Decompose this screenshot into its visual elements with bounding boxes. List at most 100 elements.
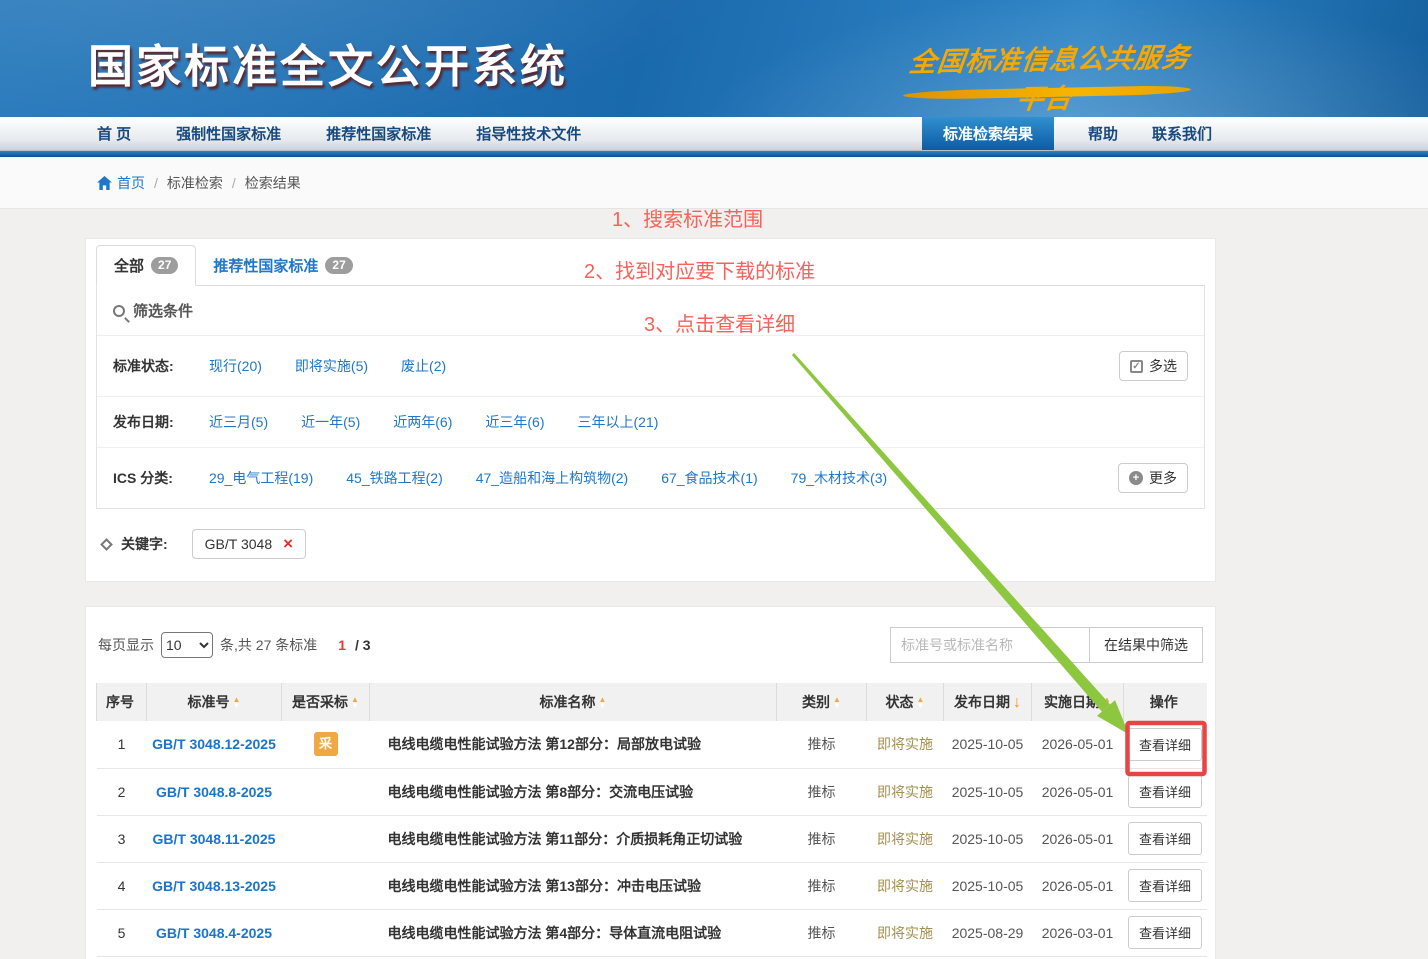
filter-option-link[interactable]: 47_造船和海上构筑物(2): [476, 468, 628, 488]
remove-keyword-icon[interactable]: ×: [283, 537, 293, 551]
filter-option-link[interactable]: 废止(2): [401, 356, 446, 376]
view-detail-button[interactable]: 查看详细: [1128, 728, 1202, 761]
view-detail-button[interactable]: 查看详细: [1128, 916, 1202, 949]
more-button[interactable]: 更多: [1118, 463, 1188, 493]
column-label: 状态: [886, 694, 914, 710]
filter-panel: 筛选条件 标准状态: 现行(20)即将实施(5)废止(2) 多选 发布日期: 近…: [96, 286, 1205, 509]
tab-label: 推荐性国家标准: [213, 255, 318, 276]
column-header[interactable]: 操作: [1124, 683, 1207, 721]
table-body: 1 GB/T 3048.12-2025 采 电线电缆电性能试验方法 第12部分：…: [97, 721, 1207, 959]
table-row: 5 GB/T 3048.4-2025 电线电缆电性能试验方法 第4部分：导体直流…: [97, 909, 1207, 956]
filter-option-link[interactable]: 近三年(6): [485, 412, 544, 432]
publish-date: 2025-10-05: [944, 815, 1032, 862]
filter-option-link[interactable]: 79_木材技术(3): [791, 468, 887, 488]
filter-option-link[interactable]: 45_铁路工程(2): [346, 468, 442, 488]
standard-code-link[interactable]: GB/T 3048.13-2025: [147, 862, 282, 909]
breadcrumb-home-link[interactable]: 首页: [97, 173, 145, 193]
magnifier-icon: [113, 305, 125, 317]
result-tab[interactable]: 推荐性国家标准 27: [196, 245, 369, 285]
view-detail-button[interactable]: 查看详细: [1128, 822, 1202, 855]
column-header[interactable]: 类别: [777, 683, 867, 721]
standard-category: 推标: [777, 862, 867, 909]
column-header[interactable]: 发布日期: [944, 683, 1032, 721]
implement-date: 2026-05-01: [1032, 815, 1124, 862]
view-detail-button[interactable]: 查看详细: [1128, 869, 1202, 902]
filter-panel-title: 筛选条件: [133, 300, 193, 321]
results-table: 序号 标准号 是否采标 标准名称 类别: [96, 683, 1207, 959]
publish-date: 2025-10-05: [944, 768, 1032, 815]
filter-options: 现行(20) 即将实施(5) 废止(2): [209, 356, 446, 376]
multi-select-button[interactable]: 多选: [1119, 351, 1188, 381]
table-row: 4 GB/T 3048.13-2025 电线电缆电性能试验方法 第13部分：冲击…: [97, 862, 1207, 909]
table-row: 2 GB/T 3048.8-2025 电线电缆电性能试验方法 第8部分：交流电压…: [97, 768, 1207, 815]
nav-item[interactable]: 标准检索结果: [922, 117, 1054, 150]
column-header[interactable]: 实施日期: [1032, 683, 1124, 721]
pager-left: 每页显示 10 条,共 27 条标准 1 / 3: [98, 632, 371, 658]
filter-option-link[interactable]: 现行(20): [209, 356, 262, 376]
standard-name: 电线电缆电性能试验方法 第13部分：冲击电压试验: [370, 862, 777, 909]
column-label: 操作: [1150, 694, 1178, 710]
standard-name: 电线电缆电性能试验方法 第8部分：交流电压试验: [370, 768, 777, 815]
breadcrumb-separator: /: [232, 175, 236, 191]
standard-category: 推标: [777, 768, 867, 815]
implement-date: 2026-05-01: [1032, 721, 1124, 768]
keyword-diamond-icon: [100, 538, 113, 551]
platform-logo: 全国标准信息公共服务平台: [890, 35, 1205, 118]
result-tab[interactable]: 全部 27: [96, 245, 196, 286]
result-tabs: 全部 27 推荐性国家标准 27: [96, 239, 1205, 286]
nav-item[interactable]: 指导性技术文件: [476, 123, 581, 144]
filter-option-link[interactable]: 三年以上(21): [578, 412, 659, 432]
row-index: 4: [97, 862, 147, 909]
sort-icon[interactable]: [1013, 696, 1021, 710]
filter-in-results-button[interactable]: 在结果中筛选: [1089, 627, 1203, 663]
filter-option-link[interactable]: 近三月(5): [209, 412, 268, 432]
standard-code-link[interactable]: GB/T 3048.4-2025: [147, 909, 282, 956]
sort-icon[interactable]: [599, 697, 607, 709]
filter-option-link[interactable]: 29_电气工程(19): [209, 468, 313, 488]
implement-date: 2026-05-01: [1032, 768, 1124, 815]
per-page-select[interactable]: 10: [161, 632, 213, 658]
filter-option-link[interactable]: 近一年(5): [301, 412, 360, 432]
column-header[interactable]: 状态: [867, 683, 944, 721]
filter-option-link[interactable]: 近两年(6): [393, 412, 452, 432]
filter-option-link[interactable]: 即将实施(5): [295, 356, 368, 376]
sort-icon[interactable]: [1103, 697, 1111, 709]
result-search-input[interactable]: [890, 627, 1090, 663]
implement-date: 2026-05-01: [1032, 862, 1124, 909]
column-label: 是否采标: [292, 694, 348, 710]
breadcrumb-item-results: 检索结果: [245, 173, 301, 193]
standard-code-link[interactable]: GB/T 3048.12-2025: [147, 721, 282, 768]
main-nav: 首 页 强制性国家标准 推荐性国家标准 指导性技术文件 标准检索结果 帮助 联系…: [0, 117, 1428, 151]
per-page-suffix: 条,共 27 条标准: [220, 635, 317, 655]
nav-item[interactable]: 推荐性国家标准: [326, 123, 431, 144]
nav-item[interactable]: 强制性国家标准: [176, 123, 281, 144]
sort-icon[interactable]: [351, 697, 359, 709]
breadcrumb-separator: /: [154, 175, 158, 191]
view-detail-button[interactable]: 查看详细: [1128, 775, 1202, 808]
column-header[interactable]: 标准号: [147, 683, 282, 721]
keyword-tag-text: GB/T 3048: [205, 536, 272, 552]
standard-code-link[interactable]: GB/T 3048.8-2025: [147, 768, 282, 815]
standard-status: 即将实施: [867, 815, 944, 862]
main-content: 全部 27 推荐性国家标准 27 筛选条件 标准状态: 现行(20)即将实施(5…: [0, 238, 1428, 959]
filter-option-link[interactable]: 67_食品技术(1): [661, 468, 757, 488]
filter-row-label: 发布日期:: [113, 412, 209, 432]
standard-code-link[interactable]: GB/T 3048.11-2025: [147, 815, 282, 862]
nav-item[interactable]: 联系我们: [1152, 117, 1212, 150]
breadcrumb-item-search[interactable]: 标准检索: [167, 173, 223, 193]
keyword-label: 关键字:: [121, 534, 168, 554]
column-header[interactable]: 标准名称: [370, 683, 777, 721]
tab-label: 全部: [114, 255, 144, 276]
nav-item[interactable]: 帮助: [1088, 117, 1118, 150]
home-icon: [97, 176, 112, 190]
sort-icon[interactable]: [917, 697, 925, 709]
column-label: 标准号: [188, 694, 230, 710]
row-index: 5: [97, 909, 147, 956]
keyword-row: 关键字: GB/T 3048 ×: [96, 509, 1205, 567]
sort-icon[interactable]: [233, 697, 241, 709]
nav-item[interactable]: 首 页: [97, 123, 131, 144]
sort-icon[interactable]: [833, 697, 841, 709]
publish-date: 2025-10-05: [944, 862, 1032, 909]
column-header[interactable]: 序号: [97, 683, 147, 721]
column-header[interactable]: 是否采标: [282, 683, 370, 721]
